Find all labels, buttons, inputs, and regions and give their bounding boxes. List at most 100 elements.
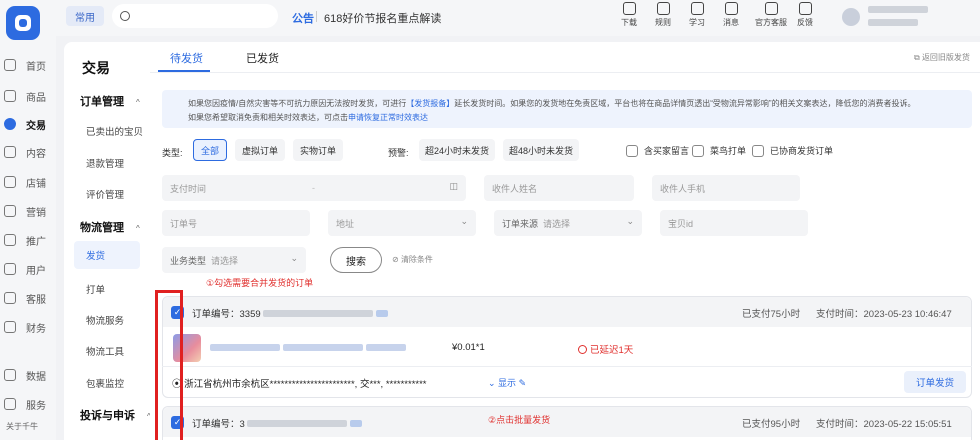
- rail-icon: [4, 90, 16, 102]
- group-order-management[interactable]: 订单管理 ^: [80, 93, 140, 109]
- rail-item[interactable]: 数据: [0, 365, 56, 385]
- rail-item-label: 内容: [26, 148, 46, 160]
- address-select[interactable]: 地址 ⌄: [328, 210, 476, 236]
- download-icon: [622, 2, 636, 15]
- rail-item[interactable]: 内容: [0, 142, 56, 162]
- subnav-item-sold[interactable]: 已卖出的宝贝: [86, 124, 143, 138]
- top-feedback-button[interactable]: 反馈: [790, 2, 820, 28]
- type-virtual-chip[interactable]: 虚拟订单: [235, 139, 285, 161]
- group-logistics[interactable]: 物流管理 ^: [80, 219, 140, 235]
- notice-label: 公告: [292, 13, 314, 25]
- type-all-chip[interactable]: 全部: [193, 139, 227, 161]
- top-icon-label: 消息: [723, 18, 739, 27]
- notice-text[interactable]: 618好价节报名重点解读: [324, 10, 441, 26]
- highlight-box: [155, 290, 183, 440]
- favorites-tag[interactable]: 常用: [66, 6, 104, 26]
- group-complaints[interactable]: 投诉与申诉 ^: [80, 407, 151, 423]
- buyer-message-checkbox[interactable]: 含买家留言: [626, 144, 689, 157]
- shipping-address: ⦿ 浙江省杭州市余杭区***********************, 交***…: [172, 379, 427, 390]
- report-link[interactable]: 【发货报备】: [406, 99, 454, 108]
- pay-time-field[interactable]: 支付时间 - ◫: [162, 175, 466, 201]
- subnav-item-parcel-monitor[interactable]: 包裹监控: [86, 376, 124, 390]
- rail-item-label: 客服: [26, 294, 46, 306]
- annotation-step1: ①勾选需要合并发货的订单: [206, 278, 314, 288]
- rail-item[interactable]: 交易: [0, 114, 56, 134]
- subnav-title: 交易: [82, 60, 110, 76]
- top-message-button[interactable]: 消息: [716, 2, 746, 28]
- warn-label: 预警:: [388, 148, 409, 158]
- chevron-down-icon: ⌄: [290, 253, 298, 263]
- rail-icon: [4, 118, 16, 130]
- search-button[interactable]: 搜索: [330, 247, 382, 273]
- rail-icon: [4, 263, 16, 275]
- service-icon: [764, 2, 778, 15]
- type-label: 类型:: [162, 148, 183, 158]
- rail-item[interactable]: 商品: [0, 86, 56, 106]
- rail-icon: [4, 292, 16, 304]
- calendar-icon: ◫: [449, 181, 458, 191]
- show-address-link[interactable]: ⌄ 显示 ✎: [488, 376, 526, 389]
- rail-icon: [4, 321, 16, 333]
- subnav-item-review[interactable]: 评价管理: [86, 187, 124, 201]
- negotiated-checkbox[interactable]: 已协商发货订单: [752, 144, 833, 157]
- buyer-name-field[interactable]: 收件人姓名: [484, 175, 634, 201]
- rail-item[interactable]: 财务: [0, 317, 56, 337]
- logo-icon: [15, 15, 31, 31]
- paid-duration: 已支付95小时: [742, 419, 801, 430]
- rail-item-label: 用户: [26, 265, 46, 277]
- rail-icon: [4, 146, 16, 158]
- top-service-button[interactable]: 官方客服: [750, 2, 792, 28]
- tab-pending[interactable]: 待发货: [170, 50, 203, 66]
- user-menu[interactable]: [842, 6, 980, 28]
- rail-icon: [4, 398, 16, 410]
- rail-item[interactable]: 服务: [0, 394, 56, 414]
- info-banner: 如果您因疫情/自然灾害等不可抗力原因无法按时发货，可进行【发货报备】延长发货时间…: [162, 90, 972, 128]
- rail-item[interactable]: 店铺: [0, 172, 56, 192]
- rail-icon: [4, 369, 16, 381]
- subnav-item-logistics-tools[interactable]: 物流工具: [86, 344, 124, 358]
- subnav-item-logistics-service[interactable]: 物流服务: [86, 313, 124, 327]
- pay-time: 支付时间：2023-05-22 15:05:51: [816, 419, 952, 430]
- avatar: [842, 8, 860, 26]
- rail-item[interactable]: 营销: [0, 201, 56, 221]
- rail-item[interactable]: 首页: [0, 55, 56, 75]
- top-download-button[interactable]: 下载: [614, 2, 644, 28]
- clear-filters-link[interactable]: ⊘ 清除条件: [392, 254, 433, 265]
- cainiao-print-checkbox[interactable]: 菜鸟打单: [692, 144, 746, 157]
- biz-type-select[interactable]: 业务类型 请选择 ⌄: [162, 247, 306, 273]
- global-search[interactable]: [112, 4, 278, 28]
- subnav-item-print[interactable]: 打单: [86, 282, 105, 296]
- paid-duration: 已支付75小时: [742, 309, 801, 320]
- rail-item[interactable]: 客服: [0, 288, 56, 308]
- ship-order-button[interactable]: 订单发货: [904, 371, 966, 393]
- type-physical-chip[interactable]: 实物订单: [293, 139, 343, 161]
- subnav-item-ship[interactable]: 发货: [74, 241, 140, 269]
- clock-icon: [578, 345, 587, 354]
- restore-link[interactable]: 申请恢复正常时效表达: [348, 113, 428, 122]
- rail-item-label: 数据: [26, 371, 46, 383]
- rail-item-label: 商品: [26, 92, 46, 104]
- user-name: [868, 5, 928, 29]
- top-rule-button[interactable]: 规则: [648, 2, 678, 28]
- subnav-item-refund[interactable]: 退款管理: [86, 156, 124, 170]
- rail-item[interactable]: 用户: [0, 259, 56, 279]
- product-title[interactable]: [210, 343, 406, 354]
- item-id-field[interactable]: 宝贝id: [660, 210, 808, 236]
- app-logo[interactable]: [6, 6, 40, 40]
- warn-48h-chip[interactable]: 超48小时未发货: [503, 139, 579, 161]
- order-source-select[interactable]: 订单来源 请选择 ⌄: [494, 210, 642, 236]
- rail-item-label: 首页: [26, 61, 46, 73]
- rail-icon: [4, 59, 16, 71]
- buyer-phone-field[interactable]: 收件人手机: [652, 175, 800, 201]
- rail-item[interactable]: 推广: [0, 230, 56, 250]
- about-link[interactable]: 关于千牛: [6, 421, 38, 432]
- order-no-field[interactable]: 订单号: [162, 210, 310, 236]
- tab-divider: [150, 72, 980, 73]
- rail-item-label: 营销: [26, 207, 46, 219]
- tab-shipped[interactable]: 已发货: [246, 50, 279, 66]
- back-to-old-link[interactable]: ⧉ 返回旧版发货: [914, 52, 970, 63]
- warn-24h-chip[interactable]: 超24小时未发货: [419, 139, 495, 161]
- top-study-button[interactable]: 学习: [682, 2, 712, 28]
- top-icon-label: 规则: [655, 18, 671, 27]
- top-icon-label: 下载: [621, 18, 637, 27]
